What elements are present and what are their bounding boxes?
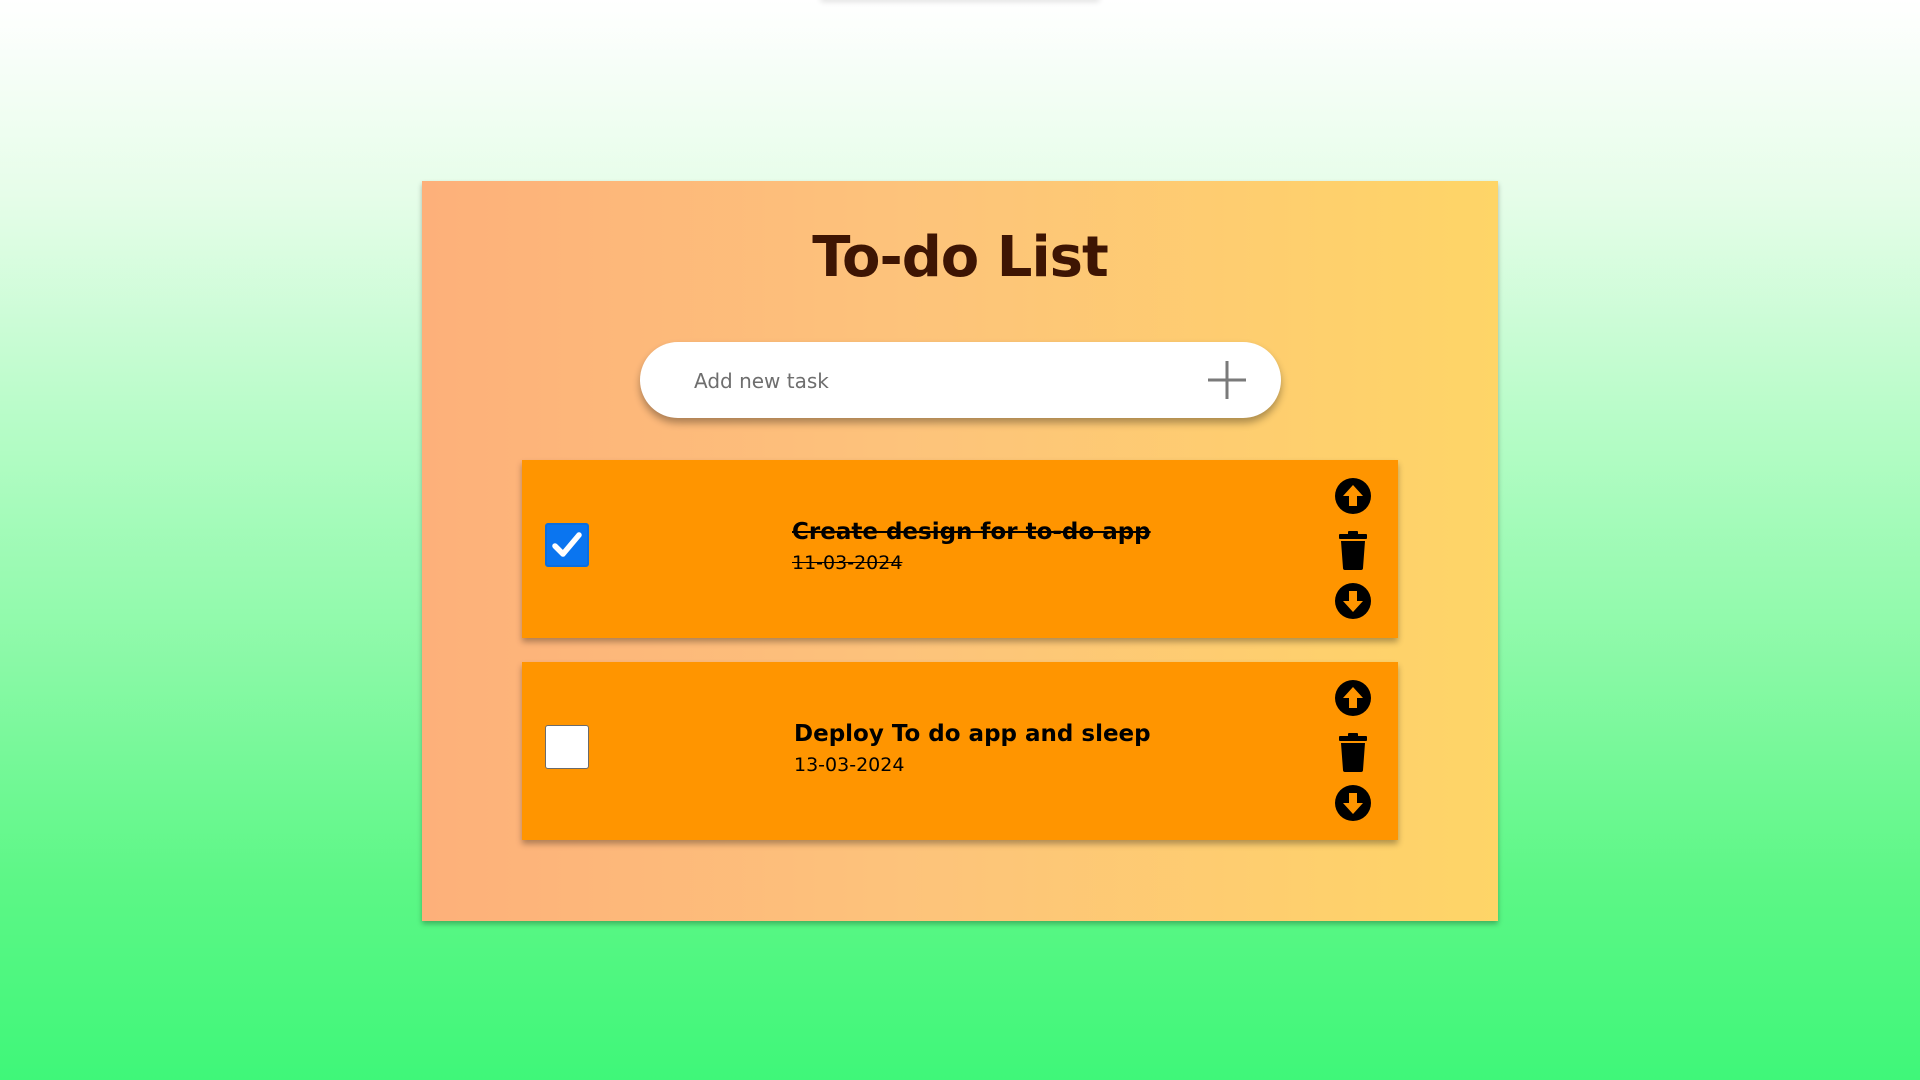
task-checkbox-unchecked[interactable]	[545, 725, 589, 769]
trash-icon	[1339, 733, 1367, 772]
trash-icon	[1339, 531, 1367, 570]
task-date: 13-03-2024	[794, 754, 905, 776]
checkmark-icon	[552, 532, 582, 557]
arrow-up-circle-icon	[1335, 680, 1371, 716]
arrow-down-circle-icon	[1335, 785, 1371, 821]
task-text: Create design for to-do app 11-03-2024	[792, 516, 1312, 578]
arrow-down-circle-icon	[1335, 583, 1371, 619]
task-name: Create design for to-do app	[792, 519, 1151, 545]
task-date: 11-03-2024	[792, 552, 903, 574]
page-title: To-do List	[812, 225, 1109, 290]
delete-button[interactable]	[1334, 530, 1372, 570]
move-up-button[interactable]	[1334, 477, 1372, 515]
move-down-button[interactable]	[1334, 582, 1372, 620]
todo-card: To-do List Create design for to-do app 1…	[422, 181, 1498, 921]
delete-button[interactable]	[1334, 732, 1372, 772]
move-down-button[interactable]	[1334, 784, 1372, 822]
add-task-button[interactable]	[1205, 358, 1249, 402]
arrow-up-circle-icon	[1335, 478, 1371, 514]
task-name: Deploy To do app and sleep	[794, 721, 1151, 747]
add-task-bar	[640, 342, 1281, 418]
plus-icon	[1208, 361, 1246, 399]
add-task-input[interactable]	[692, 360, 1176, 402]
task-text: Deploy To do app and sleep 13-03-2024	[794, 718, 1314, 780]
task-item: Deploy To do app and sleep 13-03-2024	[522, 662, 1398, 840]
task-item: Create design for to-do app 11-03-2024	[522, 460, 1398, 638]
move-up-button[interactable]	[1334, 679, 1372, 717]
task-checkbox-checked[interactable]	[545, 523, 589, 567]
